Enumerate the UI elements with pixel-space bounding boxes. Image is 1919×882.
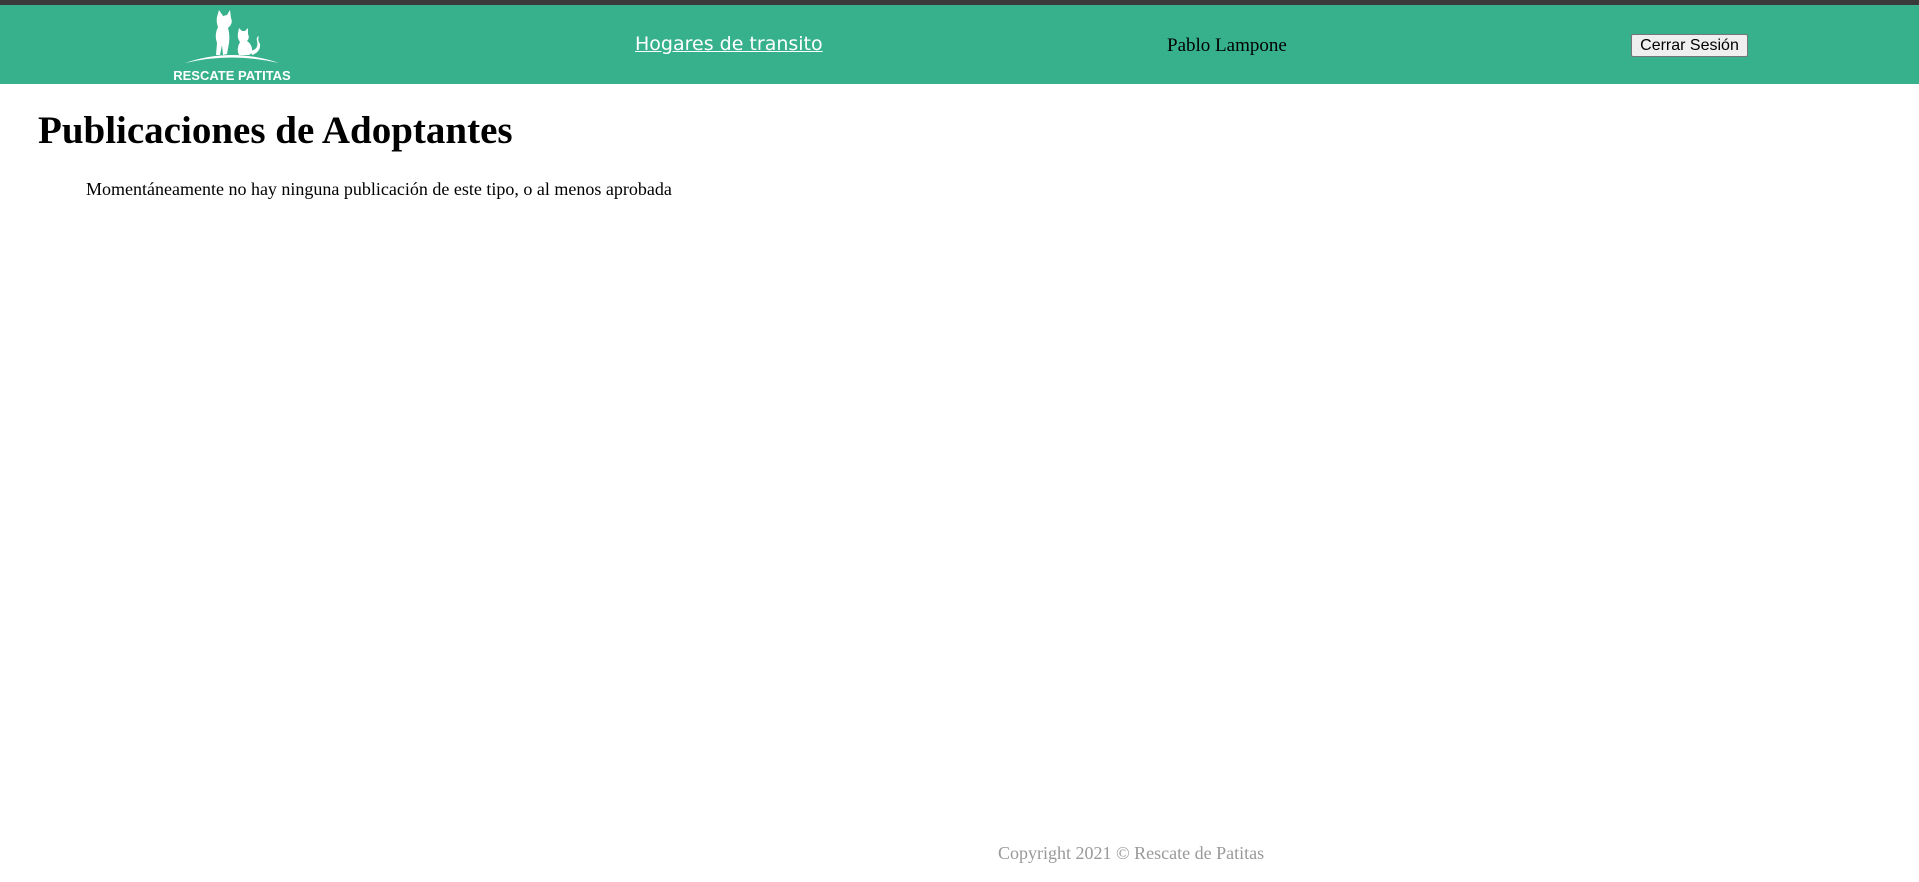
footer-copyright: Copyright 2021 © Rescate de Patitas <box>998 843 1265 863</box>
logout-button[interactable]: Cerrar Sesión <box>1631 34 1748 57</box>
nav-link-hogares-de-transito[interactable]: Hogares de transito <box>635 33 823 55</box>
empty-state-message: Momentáneamente no hay ninguna publicaci… <box>86 179 672 199</box>
logo-text: RESCATE PATITAS <box>173 68 291 83</box>
user-name: Pablo Lampone <box>1167 35 1287 56</box>
dog-and-cat-icon <box>185 10 279 63</box>
page-title: Publicaciones de Adoptantes <box>38 109 513 152</box>
logo[interactable]: RESCATE PATITAS <box>173 9 291 85</box>
navbar: RESCATE PATITAS Hogares de transito Pabl… <box>0 5 1919 84</box>
